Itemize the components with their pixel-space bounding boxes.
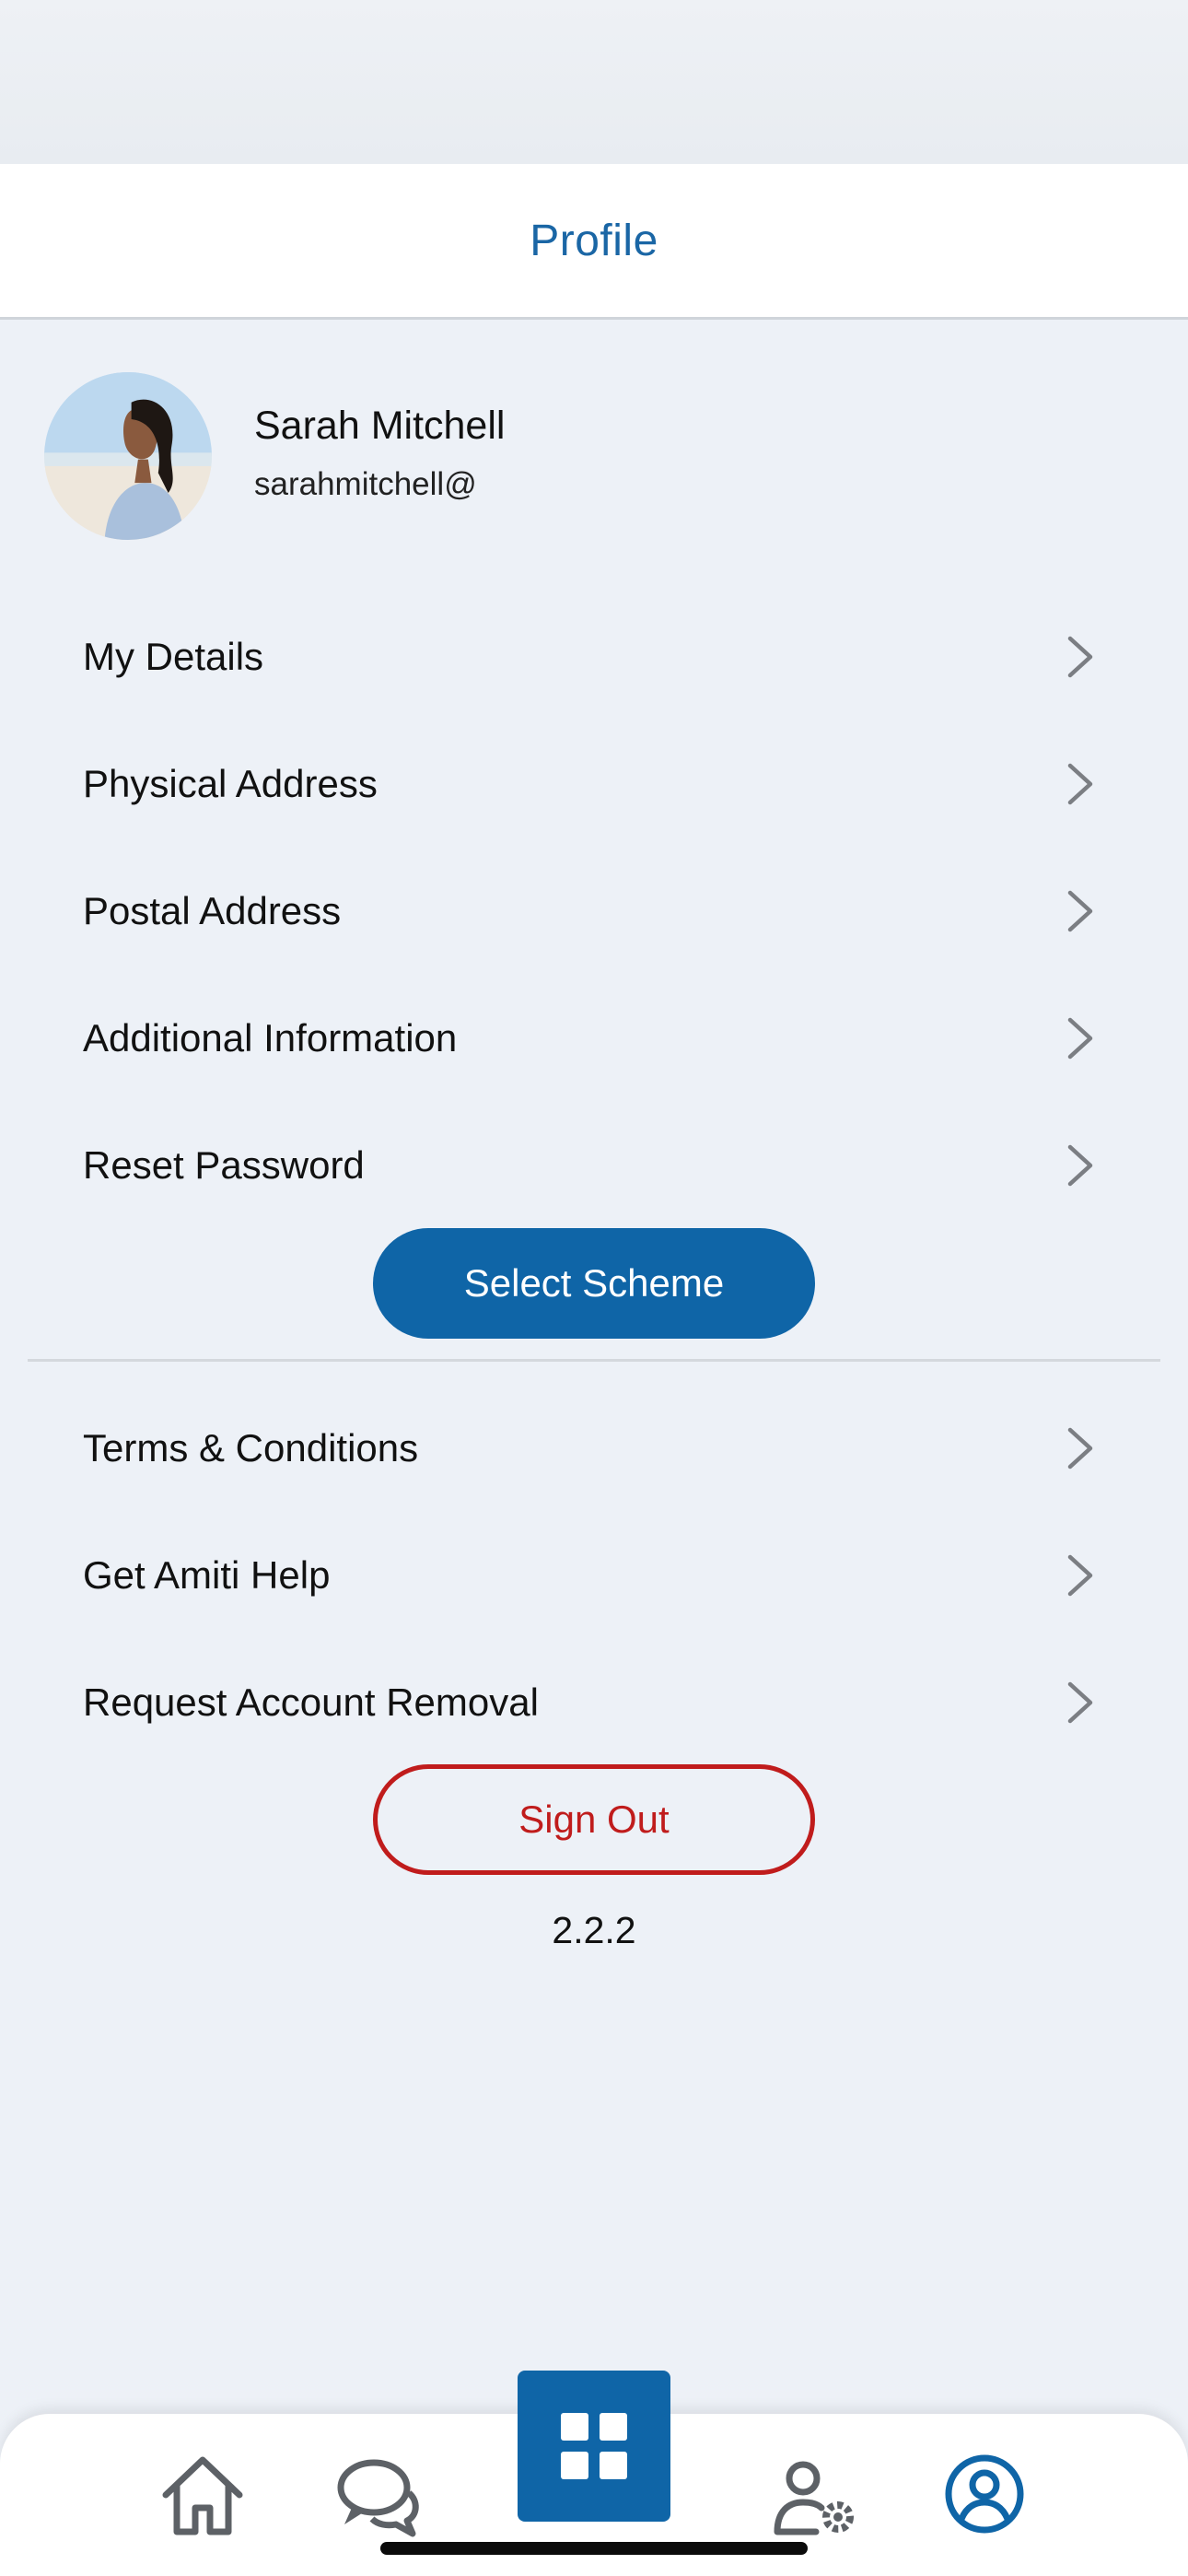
page-header: Profile xyxy=(0,164,1188,320)
profile-email: sarahmitchell@ xyxy=(254,466,477,502)
menu-item-label: Reset Password xyxy=(83,1143,365,1187)
chevron-right-icon xyxy=(1065,634,1096,680)
chevron-right-icon xyxy=(1065,1552,1096,1598)
avatar xyxy=(44,372,212,540)
menu-item-additional-information[interactable]: Additional Information xyxy=(0,975,1188,1102)
menu-item-reset-password[interactable]: Reset Password xyxy=(0,1102,1188,1229)
chevron-right-icon xyxy=(1065,1015,1096,1061)
menu-item-request-account-removal[interactable]: Request Account Removal xyxy=(0,1639,1188,1766)
menu-item-label: Terms & Conditions xyxy=(83,1426,419,1469)
profile-name: Sarah Mitchell xyxy=(254,404,506,448)
profile-card: Sarah Mitchell sarahmitchell@ xyxy=(44,372,1149,540)
chevron-right-icon xyxy=(1065,888,1096,934)
menu-item-label: Additional Information xyxy=(83,1016,458,1060)
support-menu: Terms & Conditions Get Amiti Help Reques… xyxy=(0,1385,1188,1766)
menu-item-postal-address[interactable]: Postal Address xyxy=(0,848,1188,975)
select-scheme-button[interactable]: Select Scheme xyxy=(373,1228,815,1339)
chevron-right-icon xyxy=(1065,1680,1096,1726)
menu-item-get-help[interactable]: Get Amiti Help xyxy=(0,1512,1188,1639)
grid-icon xyxy=(561,2413,627,2479)
chevron-right-icon xyxy=(1065,1142,1096,1188)
chevron-right-icon xyxy=(1065,1425,1096,1471)
menu-item-my-details[interactable]: My Details xyxy=(0,593,1188,720)
profile-menu: My Details Physical Address Postal Addre… xyxy=(0,593,1188,1229)
home-icon[interactable] xyxy=(157,2453,249,2537)
menu-item-label: Get Amiti Help xyxy=(83,1553,331,1597)
profile-icon[interactable] xyxy=(943,2453,1026,2535)
menu-item-label: Request Account Removal xyxy=(83,1680,539,1724)
menu-item-label: Postal Address xyxy=(83,889,342,932)
menu-item-label: My Details xyxy=(83,635,264,678)
dashboard-button[interactable] xyxy=(518,2371,670,2522)
status-bar xyxy=(0,0,1188,164)
menu-item-physical-address[interactable]: Physical Address xyxy=(0,720,1188,848)
page-title: Profile xyxy=(530,216,658,265)
home-indicator xyxy=(380,2542,808,2555)
menu-item-label: Physical Address xyxy=(83,762,378,805)
chat-icon[interactable] xyxy=(333,2454,425,2537)
chevron-right-icon xyxy=(1065,761,1096,807)
user-settings-icon[interactable] xyxy=(772,2458,860,2537)
sign-out-button[interactable]: Sign Out xyxy=(373,1764,815,1875)
section-divider xyxy=(28,1359,1160,1362)
menu-item-terms-conditions[interactable]: Terms & Conditions xyxy=(0,1385,1188,1512)
app-version: 2.2.2 xyxy=(552,1909,636,1951)
